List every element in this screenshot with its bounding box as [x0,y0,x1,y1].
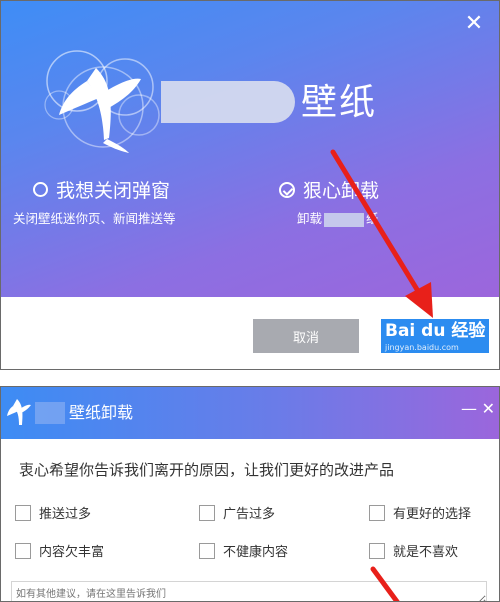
radio-checked-icon[interactable] [279,181,295,198]
checkbox-icon[interactable] [199,542,215,559]
brand-name-redacted [35,402,65,424]
close-icon[interactable]: ✕ [463,13,485,35]
brand-name-suffix: 壁纸 [301,82,378,123]
reason-checkbox[interactable]: 广告过多 [199,503,275,522]
option-close-popup-label: 我想关闭弹窗 [56,180,171,202]
checkbox-icon[interactable] [15,504,31,521]
minimize-icon[interactable]: — [461,399,477,418]
close-icon[interactable]: ✕ [482,399,495,418]
reason-label: 推送过多 [39,507,92,522]
checkbox-icon[interactable] [15,542,31,559]
reason-label: 有更好的选择 [393,507,472,522]
checkbox-icon[interactable] [369,504,385,521]
feedback-question: 衷心希望你告诉我们离开的原因，让我们更好的改进产品 [19,461,395,479]
title-bar: 壁纸卸载 — ✕ [1,387,499,439]
uninstall-feedback-dialog: 壁纸卸载 — ✕ 衷心希望你告诉我们离开的原因，让我们更好的改进产品 推送过多 … [0,386,500,602]
reason-checkbox[interactable]: 内容欠丰富 [15,541,104,560]
red-arrow-annotation [330,149,433,318]
red-arrow-annotation [370,566,400,601]
radio-unchecked-icon[interactable] [33,182,48,197]
reason-label: 广告过多 [223,507,276,522]
dialog-title: 壁纸卸载 [69,403,134,422]
uninstall-dialog: ✕ 壁纸 我想关闭弹窗 关闭壁纸迷你页、新闻推送等 狠心卸载 卸载 取消 Bai… [0,0,500,370]
option-close-popup[interactable]: 我想关闭弹窗 [33,176,170,203]
wallpaper-logo-icon [7,399,31,425]
option-close-popup-desc: 关闭壁纸迷你页、新闻推送等 [13,211,176,226]
reason-checkbox[interactable]: 有更好的选择 [369,503,471,522]
reason-checkbox[interactable]: 不健康内容 [199,541,288,560]
reason-label: 内容欠丰富 [39,545,105,560]
wallpaper-logo-icon [41,43,171,158]
checkbox-icon[interactable] [199,504,215,521]
reason-checkbox[interactable]: 推送过多 [15,503,91,522]
option-uninstall-desc-prefix: 卸载 [297,211,323,226]
brand-name-redacted [161,81,295,123]
reason-label: 不健康内容 [223,545,289,560]
